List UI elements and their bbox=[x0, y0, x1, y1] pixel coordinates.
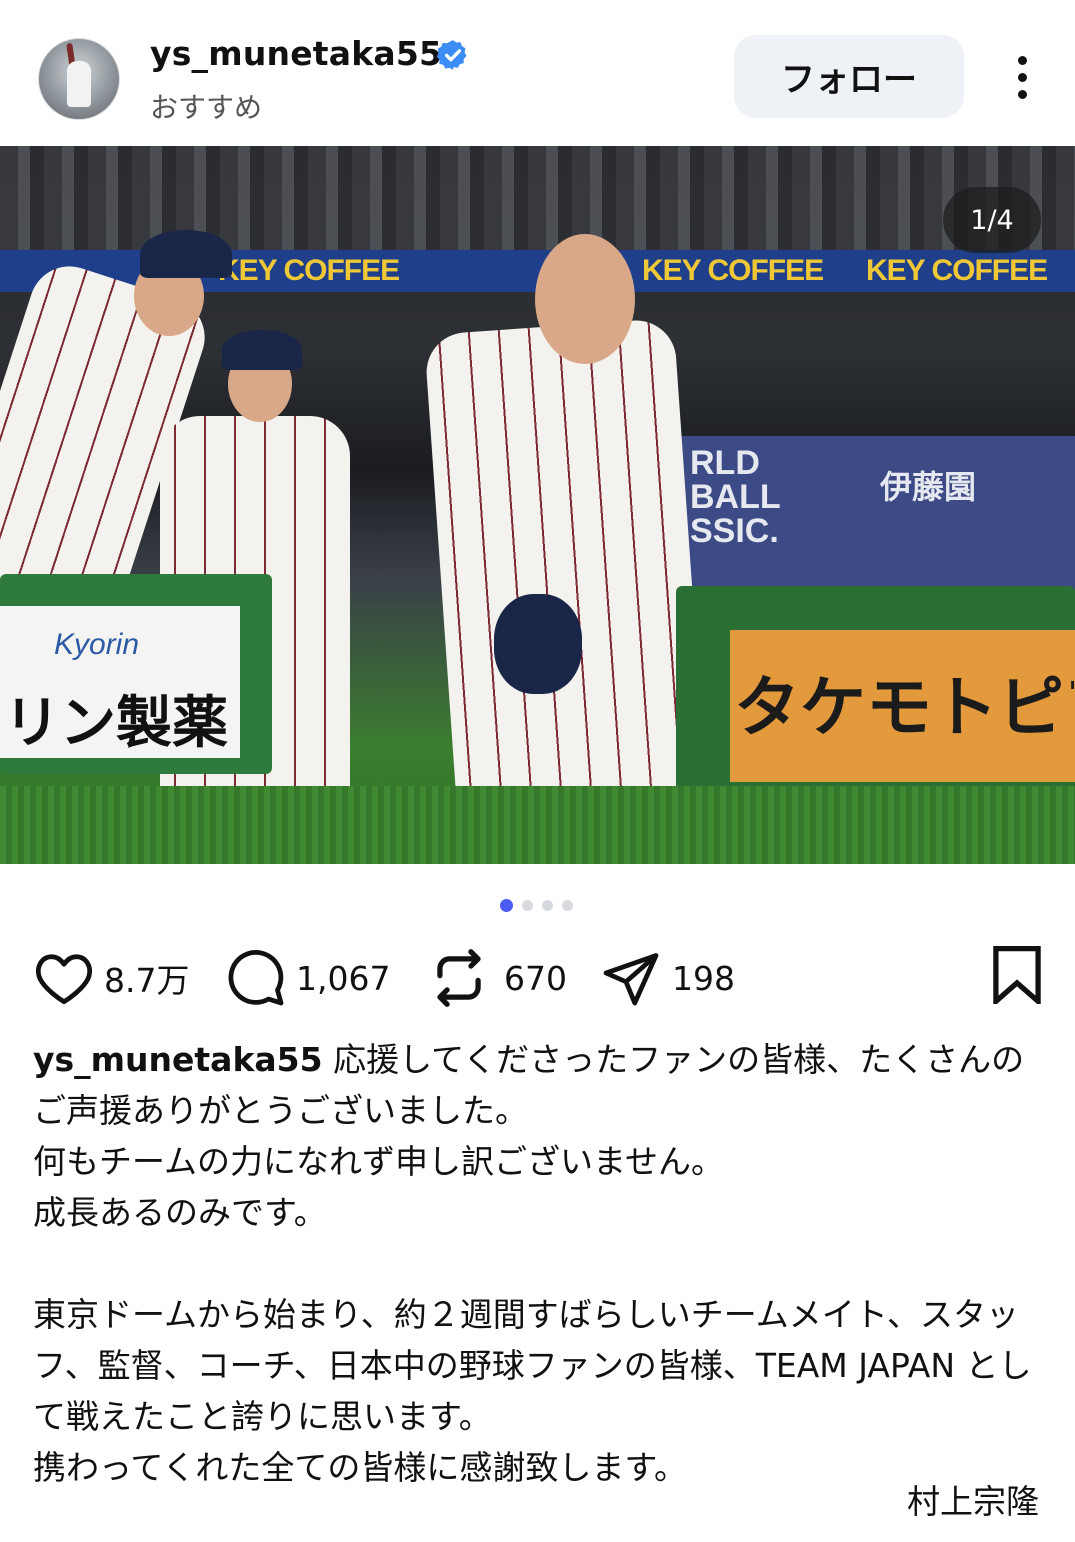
share-action[interactable]: 198 bbox=[600, 940, 735, 1016]
carousel-dot-3[interactable] bbox=[542, 899, 553, 911]
avatar[interactable] bbox=[38, 38, 120, 120]
bookmark-button[interactable] bbox=[990, 946, 1044, 1008]
share-icon[interactable] bbox=[600, 948, 662, 1008]
suggested-label: おすすめ bbox=[150, 91, 263, 124]
repost-icon[interactable] bbox=[430, 947, 488, 1009]
ad-left-brand: Kyorin bbox=[54, 628, 140, 661]
banner-text-1: KEY COFFEE bbox=[218, 254, 400, 287]
more-options-icon[interactable] bbox=[1008, 56, 1036, 100]
banner-text-2: KEY COFFEE bbox=[642, 254, 824, 287]
repost-action[interactable]: 670 bbox=[430, 940, 567, 1016]
post-image[interactable]: KEY COFFEE KEY COFFEE KEY COFFEE RLD BAL… bbox=[0, 146, 1075, 864]
player-left-cap bbox=[140, 230, 232, 278]
player-center bbox=[423, 317, 707, 805]
post-caption: ys_munetaka55 応援してくださったファンの皆様、たくさんのご声援あり… bbox=[33, 1034, 1043, 1493]
ad-left-text: リン製薬 bbox=[4, 691, 228, 756]
avatar-figure bbox=[67, 61, 91, 107]
action-bar: 8.7万 1,067 670 198 bbox=[0, 940, 1075, 1020]
repost-count: 670 bbox=[504, 958, 567, 998]
wall-sponsor: 伊藤園 bbox=[880, 468, 977, 506]
carousel-indicator bbox=[500, 898, 573, 912]
grass bbox=[0, 786, 1075, 864]
comment-icon[interactable] bbox=[226, 948, 286, 1008]
ad-right-text: タケモトピア bbox=[734, 669, 1074, 746]
like-count: 8.7万 bbox=[104, 961, 190, 1000]
caption-signature: 村上宗隆 bbox=[907, 1482, 1039, 1521]
caption-username[interactable]: ys_munetaka55 bbox=[33, 1040, 323, 1079]
like-action[interactable]: 8.7万 bbox=[34, 940, 189, 1016]
share-count: 198 bbox=[672, 958, 735, 998]
bookmark-icon[interactable] bbox=[990, 946, 1044, 1008]
heart-icon[interactable] bbox=[34, 950, 94, 1006]
player-center-held-cap bbox=[494, 594, 582, 694]
carousel-dot-2[interactable] bbox=[522, 899, 533, 911]
follow-button[interactable]: フォロー bbox=[734, 35, 964, 118]
image-counter: 1/4 bbox=[943, 187, 1041, 253]
comment-action[interactable]: 1,067 bbox=[226, 940, 390, 1016]
caption-text: 応援してくださったファンの皆様、たくさんのご声援ありがとうございました。 何もチ… bbox=[33, 1040, 1032, 1487]
post-header: ys_munetaka55 おすすめ フォロー bbox=[0, 0, 1075, 146]
carousel-dot-4[interactable] bbox=[562, 899, 573, 911]
banner-text-3: KEY COFFEE bbox=[866, 254, 1048, 287]
carousel-dot-1[interactable] bbox=[500, 898, 513, 912]
player-center-face bbox=[535, 234, 635, 364]
comment-count: 1,067 bbox=[296, 958, 391, 998]
player-coach-cap bbox=[222, 330, 302, 370]
verified-badge-icon bbox=[436, 40, 467, 70]
username[interactable]: ys_munetaka55 bbox=[150, 34, 442, 73]
wall-text: RLD BALL SSIC. bbox=[690, 444, 781, 550]
